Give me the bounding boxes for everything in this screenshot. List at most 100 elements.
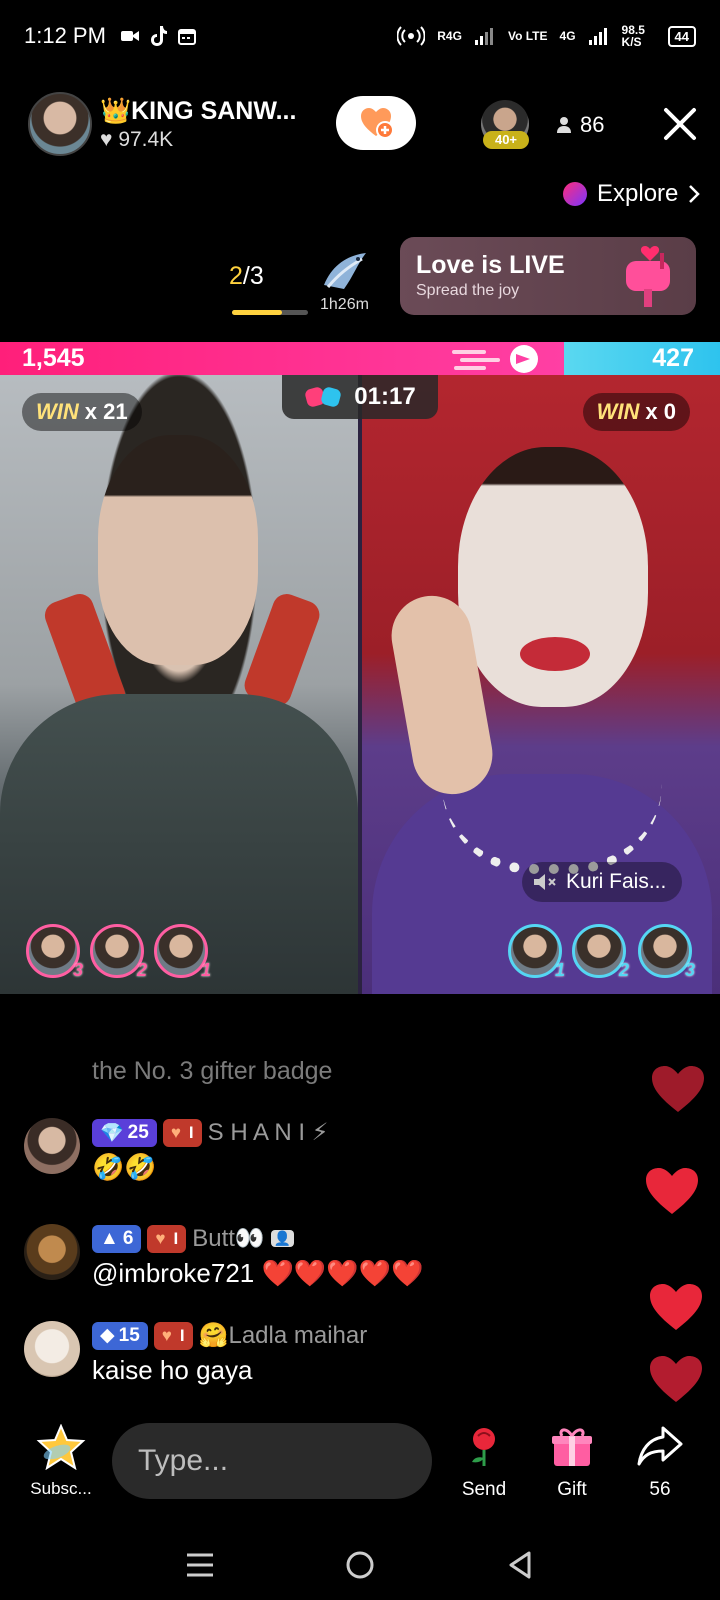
heart-icon: ♥	[100, 128, 113, 151]
boxing-gloves-icon	[305, 387, 341, 407]
left-gifter-rank: 1	[200, 960, 211, 980]
user-level-badge: 💎 25	[92, 1118, 157, 1147]
fan-badge: ♥ I	[147, 1224, 187, 1253]
subscribe-button[interactable]: Subsc...	[26, 1423, 96, 1499]
floating-heart-icon	[646, 1168, 698, 1214]
share-arrow-icon	[637, 1426, 683, 1466]
diamond-outline-icon: ◆	[100, 1325, 115, 1346]
hourly-ranking-fish-icon[interactable]	[318, 245, 372, 299]
chat-text: 🤣🤣	[92, 1152, 157, 1182]
fan-level: I	[188, 1122, 194, 1142]
explore-label: Explore	[597, 180, 679, 207]
right-gifter-3[interactable]: 3	[638, 924, 695, 980]
host-video-stream[interactable]	[0, 375, 358, 994]
chat-username[interactable]: Butt👀	[192, 1224, 265, 1253]
chat-avatar[interactable]	[24, 1224, 80, 1280]
system-navigation-bar	[0, 1530, 720, 1600]
user-level-badge: ▲ 6	[92, 1224, 142, 1253]
calendar-icon	[177, 29, 196, 45]
share-count: 56	[649, 1479, 671, 1500]
chat-avatar[interactable]	[24, 1118, 80, 1174]
status-bar: 1:12 PM R4G Vo LTE 4G 98.5 K/S 44	[0, 0, 720, 72]
chat-username[interactable]: 🤗Ladla maihar	[199, 1321, 368, 1350]
network-label: R4G	[437, 29, 462, 43]
left-gifter-1[interactable]: 1	[154, 924, 211, 980]
right-win-streak: WIN x 0	[582, 393, 690, 431]
hourly-time-left: 1h26m	[320, 296, 369, 313]
left-gifter-2[interactable]: 2	[90, 924, 147, 980]
battery-indicator: 44	[667, 25, 696, 47]
opponent-lips	[520, 637, 590, 671]
floating-heart-icon	[650, 1284, 702, 1330]
heart-badge-icon: ♥	[161, 1325, 172, 1345]
battle-timer: 01:17	[282, 375, 438, 419]
right-gifter-rank: 3	[684, 960, 695, 980]
follow-button[interactable]	[336, 96, 416, 150]
send-rose-button[interactable]: Send	[452, 1424, 516, 1501]
score-right: 427	[652, 344, 694, 372]
user-level-badge: ◆ 15	[92, 1321, 148, 1350]
host-avatar[interactable]	[28, 92, 92, 156]
floating-heart-icon	[650, 1356, 702, 1402]
chat-username[interactable]: S H A N I ⚡	[208, 1118, 329, 1147]
lte-label: 4G	[559, 29, 576, 43]
diamond-icon: 💎	[100, 1122, 124, 1144]
opponent-name-tag[interactable]: Kuri Fais...	[522, 862, 683, 902]
menu-icon[interactable]	[185, 1550, 215, 1580]
net-speed: 98.5 K/S	[621, 23, 645, 49]
left-win-label: WIN	[36, 399, 79, 424]
signal-icon	[474, 28, 493, 45]
faded-chat-message: the No. 3 gifter badge	[92, 1057, 333, 1085]
planet-icon	[563, 182, 587, 206]
chat-avatar[interactable]	[24, 1321, 80, 1377]
comment-input[interactable]	[112, 1423, 432, 1499]
left-win-count: x 21	[84, 399, 128, 424]
user-level: 6	[122, 1227, 134, 1249]
heart-plus-icon	[361, 108, 393, 139]
gift-label: Gift	[557, 1479, 587, 1500]
video-camera-icon	[120, 31, 139, 41]
hourly-rank[interactable]: 2/3	[229, 262, 264, 291]
heart-badge-icon: ♥	[170, 1122, 181, 1142]
heart-badge-icon: ♥	[155, 1228, 166, 1248]
explore-link[interactable]: Explore	[563, 180, 701, 208]
signal-icon-2	[588, 28, 607, 45]
send-label: Send	[461, 1479, 507, 1500]
share-button[interactable]: 56	[628, 1424, 692, 1501]
right-gifter-2[interactable]: 2	[572, 924, 629, 980]
host-name[interactable]: 👑KING SANW...	[100, 97, 296, 126]
home-icon[interactable]	[345, 1550, 375, 1580]
muted-speaker-icon	[534, 874, 556, 890]
right-gifter-rank: 2	[618, 960, 629, 980]
rank-current: 2	[229, 262, 243, 290]
floating-heart-icon	[652, 1066, 704, 1112]
fan-level: I	[173, 1228, 179, 1248]
volte-label: Vo LTE	[507, 29, 548, 43]
battle-score-bar	[0, 342, 720, 375]
rose-icon	[472, 1428, 495, 1466]
close-icon[interactable]	[660, 104, 700, 144]
fan-level: I	[179, 1325, 185, 1345]
gift-button[interactable]: Gift	[540, 1424, 604, 1501]
host-face	[98, 435, 258, 665]
right-win-count: x 0	[645, 399, 676, 424]
rank-progress-bar	[232, 310, 308, 315]
right-gifter-1[interactable]: 1	[508, 924, 565, 980]
score-left: 1,545	[22, 344, 85, 372]
top-viewer-badge: 40+	[483, 131, 529, 149]
hotspot-icon	[397, 26, 426, 46]
right-win-label: WIN	[596, 399, 640, 424]
back-icon[interactable]	[505, 1550, 535, 1580]
opponent-name: Kuri Fais...	[566, 870, 667, 893]
left-gifter-rank: 2	[136, 960, 147, 980]
viewer-count[interactable]: 86	[556, 112, 604, 138]
chat-text: kaise ho gaya	[92, 1355, 253, 1385]
star-icon	[36, 1423, 86, 1471]
subscribe-label: Subsc...	[30, 1479, 92, 1498]
left-gifter-3[interactable]: 3	[26, 924, 83, 980]
love-is-live-banner[interactable]: Love is LIVE Spread the joy	[400, 237, 696, 315]
left-gifter-rank: 3	[72, 960, 83, 980]
gift-icon	[552, 1428, 592, 1466]
left-win-streak: WIN x 21	[22, 393, 142, 431]
host-likes-count: 97.4K	[118, 128, 174, 151]
